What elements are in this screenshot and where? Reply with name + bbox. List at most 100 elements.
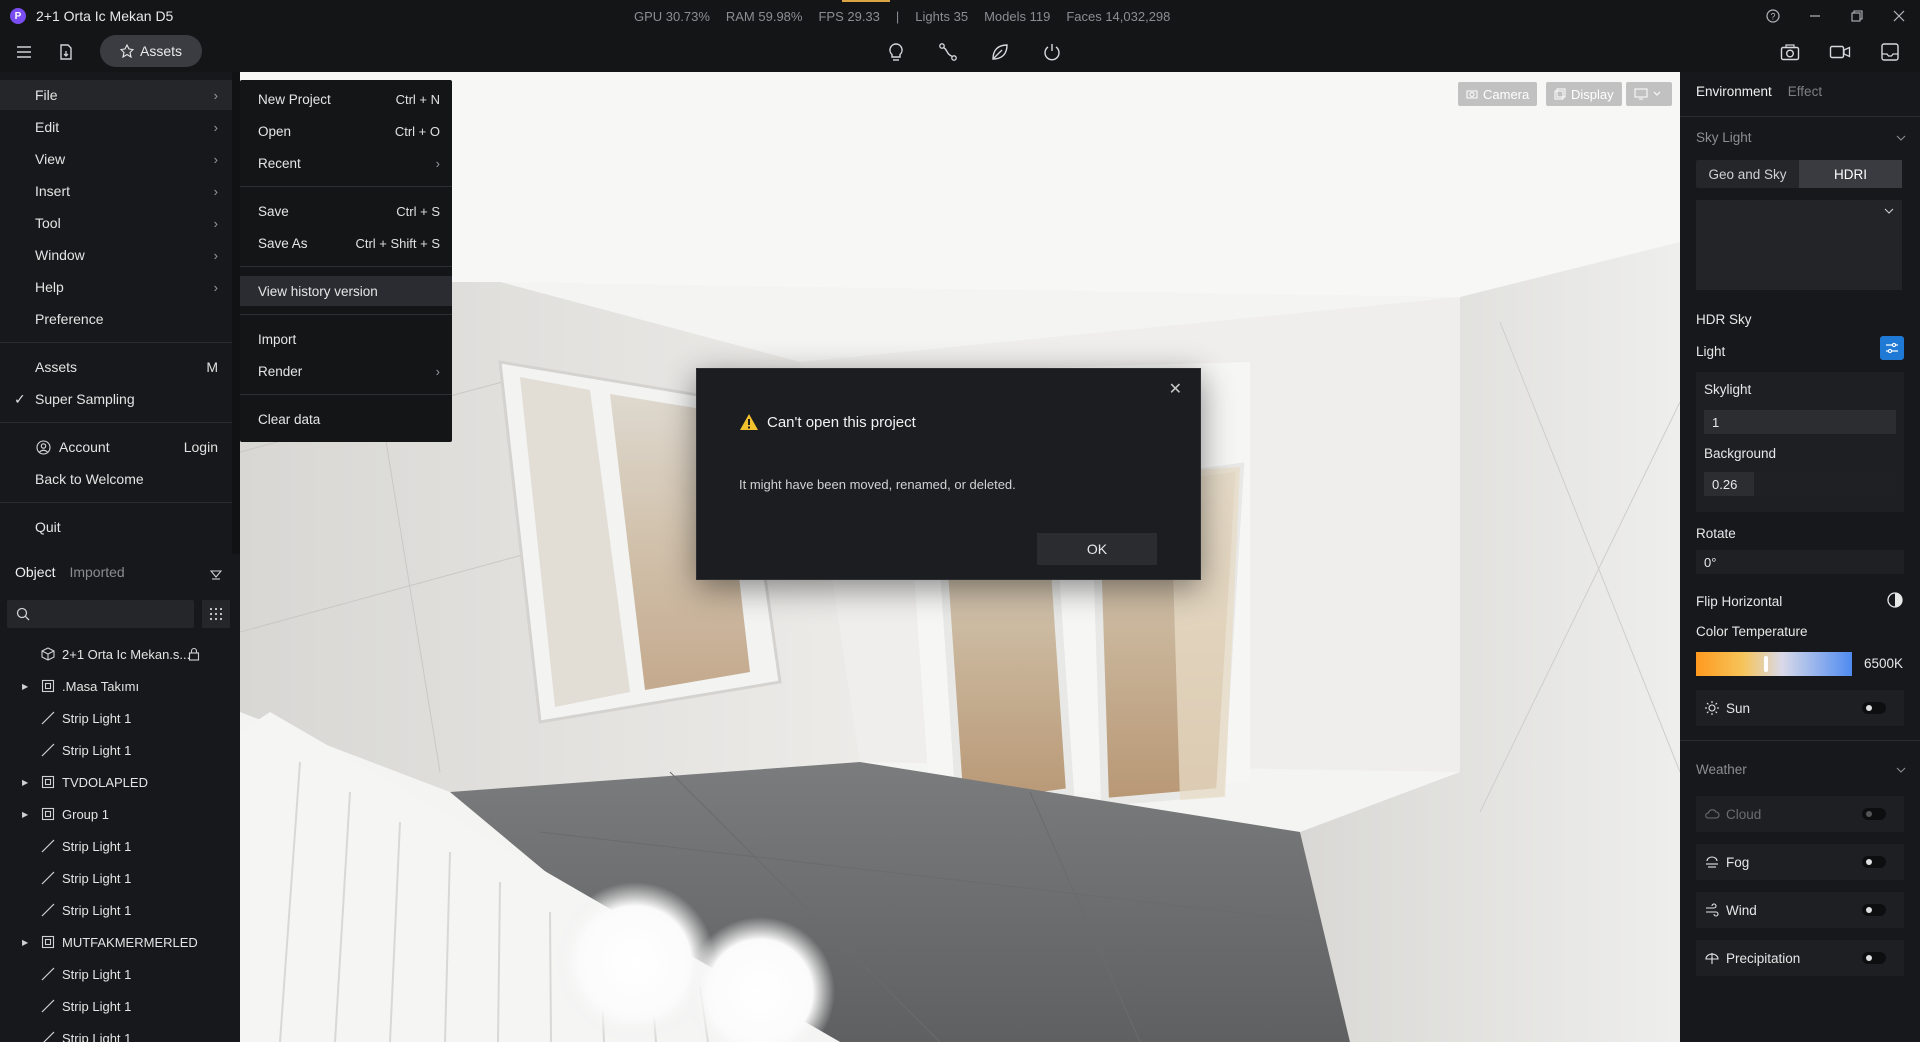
power-icon[interactable]	[1036, 36, 1068, 68]
tab-object[interactable]: Object	[15, 564, 55, 580]
tree-row[interactable]: Strip Light 1	[0, 990, 240, 1022]
help-icon[interactable]: ?	[1752, 0, 1794, 32]
login-link[interactable]: Login	[184, 439, 218, 455]
object-search-input[interactable]	[7, 600, 194, 628]
display-chip[interactable]: Display	[1546, 82, 1622, 106]
right-tools	[1774, 36, 1906, 68]
tree-row[interactable]: Strip Light 1	[0, 958, 240, 990]
camera-chip[interactable]: Camera	[1458, 82, 1538, 106]
submenu-item-import[interactable]: Import	[240, 324, 452, 354]
light-settings-button[interactable]	[1880, 336, 1904, 360]
hdri-preview-select[interactable]	[1696, 200, 1902, 290]
object-tree: 2+1 Orta Ic Mekan.s... ▶ .Masa Takımı Strip…	[0, 638, 240, 1042]
minimize-icon[interactable]	[1794, 0, 1836, 32]
tree-row[interactable]: ▶ TVDOLAPLED	[0, 766, 240, 798]
skylight-input[interactable]: 1	[1704, 410, 1896, 434]
menu-item-quit[interactable]: Quit	[0, 512, 232, 542]
tree-row[interactable]: Strip Light 1	[0, 734, 240, 766]
expand-caret-icon[interactable]: ▶	[22, 778, 28, 787]
inbox-icon[interactable]	[1874, 36, 1906, 68]
segment-geo-and-sky[interactable]: Geo and Sky	[1696, 160, 1799, 188]
rotate-input[interactable]: 0°	[1696, 550, 1904, 574]
menu-item-super-sampling[interactable]: ✓ Super Sampling	[0, 384, 232, 414]
filter-icon[interactable]	[210, 570, 222, 580]
sun-row: Sun	[1696, 690, 1904, 726]
menu-item-view[interactable]: View ›	[0, 144, 232, 174]
color-temperature-slider[interactable]	[1696, 652, 1852, 676]
weather-section-title[interactable]: Weather	[1696, 762, 1747, 777]
hamburger-menu-button[interactable]	[8, 36, 40, 68]
tab-effect[interactable]: Effect	[1788, 84, 1822, 99]
expand-caret-icon[interactable]: ▶	[22, 938, 28, 947]
camera-small-icon	[1466, 90, 1478, 99]
sun-toggle[interactable]	[1862, 702, 1886, 714]
tab-environment[interactable]: Environment	[1696, 84, 1772, 99]
close-icon[interactable]: ✕	[1169, 379, 1182, 399]
menu-item-help[interactable]: Help ›	[0, 272, 232, 302]
menu-item-back-to-welcome[interactable]: Back to Welcome	[0, 464, 232, 494]
main-menu: File › Edit › View › Insert › Tool › Win…	[0, 72, 232, 554]
video-icon[interactable]	[1824, 36, 1856, 68]
grid-view-button[interactable]	[202, 600, 230, 628]
slider-handle[interactable]	[1764, 656, 1768, 672]
tree-row[interactable]: 2+1 Orta Ic Mekan.s...	[0, 638, 240, 670]
chevron-right-icon: ›	[435, 155, 440, 171]
menu-item-assets[interactable]: Assets M	[0, 352, 232, 382]
wind-toggle[interactable]	[1862, 904, 1886, 916]
menu-item-account[interactable]: Account Login	[0, 432, 232, 462]
precipitation-toggle[interactable]	[1862, 952, 1886, 964]
submenu-item-open[interactable]: Open Ctrl + O	[240, 116, 452, 146]
contrast-toggle-icon[interactable]	[1886, 591, 1904, 609]
menu-item-edit[interactable]: Edit ›	[0, 112, 232, 142]
sky-light-section-title[interactable]: Sky Light	[1696, 130, 1752, 145]
submenu-item-view-history[interactable]: View history version	[240, 276, 452, 306]
window-title: 2+1 Orta Ic Mekan D5	[36, 8, 174, 24]
submenu-item-clear-data[interactable]: Clear data	[240, 404, 452, 434]
submenu-item-save-as[interactable]: Save As Ctrl + Shift + S	[240, 228, 452, 258]
tree-row[interactable]: ▶ MUTFAKMERMERLED	[0, 926, 240, 958]
submenu-item-new-project[interactable]: New Project Ctrl + N	[240, 84, 452, 114]
light-bulb-icon[interactable]	[880, 36, 912, 68]
expand-caret-icon[interactable]: ▶	[22, 810, 28, 819]
tree-row[interactable]: ▶ .Masa Takımı	[0, 670, 240, 702]
chevron-down-icon[interactable]	[1896, 135, 1906, 141]
ok-button[interactable]: OK	[1037, 533, 1157, 565]
assets-button[interactable]: Assets	[100, 35, 202, 67]
path-tool-icon[interactable]	[932, 36, 964, 68]
leaf-icon[interactable]	[984, 36, 1016, 68]
menu-item-file[interactable]: File ›	[0, 80, 232, 110]
view-options-chip[interactable]	[1626, 82, 1672, 106]
tree-row[interactable]: Strip Light 1	[0, 830, 240, 862]
sun-label: Sun	[1726, 700, 1751, 716]
object-panel: Object Imported 2+1 Orta Ic Mekan.s... ▶.…	[0, 554, 240, 1042]
submenu-item-recent[interactable]: Recent ›	[240, 148, 452, 178]
menu-item-window[interactable]: Window ›	[0, 240, 232, 270]
submenu-item-label: View history version	[258, 283, 378, 299]
tree-row[interactable]: ▶ Group 1	[0, 798, 240, 830]
segment-hdri[interactable]: HDRI	[1799, 160, 1902, 188]
chevron-down-icon[interactable]	[1896, 767, 1906, 773]
close-icon[interactable]	[1878, 0, 1920, 32]
camera-icon[interactable]	[1774, 36, 1806, 68]
expand-caret-icon[interactable]: ▶	[22, 682, 28, 691]
submenu-item-render[interactable]: Render ›	[240, 356, 452, 386]
menu-item-preference[interactable]: Preference	[0, 304, 232, 334]
import-file-button[interactable]	[50, 36, 82, 68]
submenu-divider	[240, 394, 452, 395]
tree-row[interactable]: Strip Light 1	[0, 1022, 240, 1042]
menu-item-insert[interactable]: Insert ›	[0, 176, 232, 206]
background-slider[interactable]: 0.26	[1704, 472, 1896, 496]
submenu-item-save[interactable]: Save Ctrl + S	[240, 196, 452, 226]
menu-item-tool[interactable]: Tool ›	[0, 208, 232, 238]
chevron-right-icon: ›	[213, 183, 218, 199]
fog-toggle[interactable]	[1862, 856, 1886, 868]
lock-icon[interactable]	[188, 647, 200, 664]
tree-row[interactable]: Strip Light 1	[0, 702, 240, 734]
object-panel-tabs: Object Imported	[15, 564, 125, 580]
tab-imported[interactable]: Imported	[69, 564, 124, 580]
environment-panel: Environment Effect Sky Light Geo and Sky…	[1680, 72, 1920, 1042]
cloud-toggle[interactable]	[1862, 808, 1886, 820]
tree-row[interactable]: Strip Light 1	[0, 894, 240, 926]
tree-row[interactable]: Strip Light 1	[0, 862, 240, 894]
restore-icon[interactable]	[1836, 0, 1878, 32]
